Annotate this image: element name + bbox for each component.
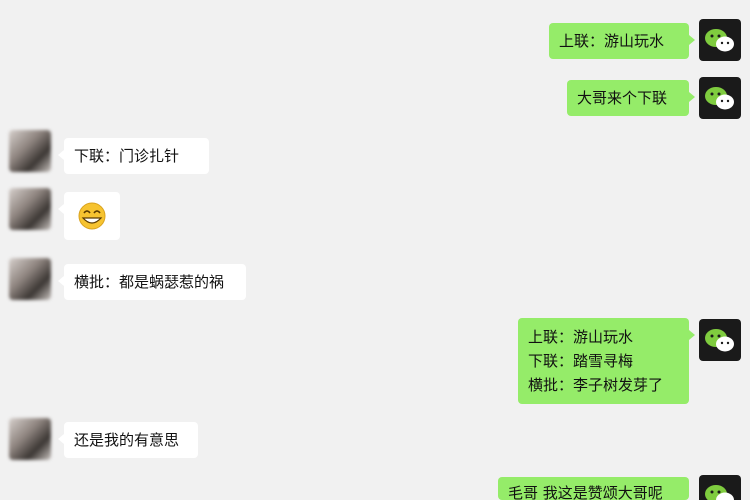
message-text: 上联：游山玩水	[559, 32, 665, 50]
self-avatar[interactable]	[699, 19, 741, 61]
message-text: 毛哥 我这是赞颂大哥呢	[508, 484, 663, 500]
grinning-face-emoji	[78, 202, 106, 230]
contact-avatar[interactable]	[9, 258, 51, 300]
wechat-logo-icon	[705, 485, 734, 500]
incoming-message-bubble[interactable]: 横批：都是蜗瑟惹的祸	[58, 264, 246, 300]
incoming-message-bubble[interactable]: 下联：门诊扎针	[58, 138, 209, 174]
message-text: 大哥来个下联	[577, 89, 668, 107]
wechat-logo-icon	[705, 29, 734, 52]
outgoing-message-bubble[interactable]: 毛哥 我这是赞颂大哥呢	[498, 477, 689, 500]
contact-avatar[interactable]	[9, 418, 51, 460]
self-avatar[interactable]	[699, 475, 741, 500]
outgoing-message-bubble[interactable]: 上联：游山玩水 下联：踏雪寻梅 横批：李子树发芽了	[518, 318, 695, 404]
self-avatar[interactable]	[699, 77, 741, 119]
message-text-line: 上联：游山玩水	[528, 328, 634, 346]
outgoing-message-bubble[interactable]: 大哥来个下联	[567, 80, 695, 116]
message-text-line: 横批：李子树发芽了	[528, 376, 664, 394]
wechat-logo-icon	[705, 329, 734, 352]
chat-message-list[interactable]: 上联：游山玩水 大哥来个下联 下联：门诊扎针 横批：都是蜗瑟惹的祸 上联：游山玩…	[0, 0, 750, 500]
message-text-line: 下联：踏雪寻梅	[528, 352, 634, 370]
message-text: 还是我的有意思	[74, 431, 180, 449]
contact-avatar[interactable]	[9, 130, 51, 172]
incoming-sticker-bubble[interactable]	[58, 192, 120, 240]
wechat-logo-icon	[705, 87, 734, 110]
self-avatar[interactable]	[699, 319, 741, 361]
outgoing-message-bubble[interactable]: 上联：游山玩水	[549, 23, 695, 59]
contact-avatar[interactable]	[9, 188, 51, 230]
incoming-message-bubble[interactable]: 还是我的有意思	[58, 422, 198, 458]
message-text: 横批：都是蜗瑟惹的祸	[74, 273, 225, 291]
message-text: 下联：门诊扎针	[74, 147, 180, 165]
